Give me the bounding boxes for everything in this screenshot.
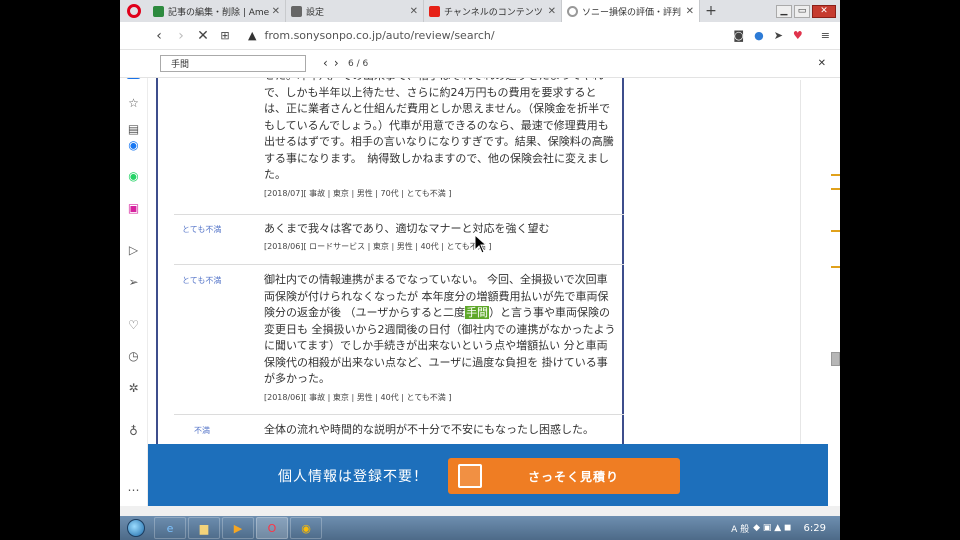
divider	[174, 264, 624, 265]
clock[interactable]: 6:29	[804, 523, 826, 534]
back-icon[interactable]: ‹	[148, 28, 170, 44]
ameba-favicon-icon	[153, 5, 164, 17]
review-list: せた。昨年八戸での出来事で、相手はそれぞれの巡りをたまってやれで、しかも半年以上…	[156, 78, 624, 448]
tab-settings[interactable]: 設定 ✕	[286, 0, 424, 22]
star-icon[interactable]: ☆	[126, 95, 141, 110]
sidebar: ⌂ ☆ ▤ ◉ ◉ ▣ ▷ ➢ ♡ ◷ ✲ ♁ ⋯	[120, 50, 148, 516]
find-match-marker	[831, 188, 840, 190]
calculator-icon	[458, 464, 482, 488]
messenger-icon[interactable]: ◉	[126, 137, 141, 152]
shield-icon[interactable]: ●	[754, 29, 764, 42]
ie-icon[interactable]: e	[154, 517, 186, 539]
tab-ameba[interactable]: 記事の編集・削除 | Ameb ✕	[148, 0, 286, 22]
estimate-button[interactable]: さっそく見積り	[448, 458, 680, 494]
player-icon[interactable]: ▷	[126, 242, 141, 257]
heart-icon[interactable]: ♡	[126, 317, 141, 332]
lightbulb-icon[interactable]: ♁	[126, 423, 141, 438]
find-count: 6 / 6	[348, 58, 369, 69]
review-body: 御社内での情報連携がまるでなっていない。 今回、全損扱いで次回車両保険が付けられ…	[264, 272, 616, 388]
tab-title: 記事の編集・削除 | Ameb	[168, 7, 269, 18]
opera-menu-icon[interactable]	[120, 0, 148, 22]
menu-icon[interactable]: ≡	[821, 29, 830, 42]
mouse-cursor-icon	[474, 234, 488, 254]
tab-title: 設定	[306, 7, 325, 18]
scrollbar-thumb[interactable]	[831, 352, 840, 366]
address-bar: ‹ › ✕ ⊞ ▲ from.sonysonpo.co.jp/auto/revie…	[120, 22, 840, 50]
tab-youtube[interactable]: チャンネルのコンテンツ ✕	[424, 0, 562, 22]
browser-window: 記事の編集・削除 | Ameb ✕ 設定 ✕ チャンネルのコンテンツ ✕ ソニー…	[120, 0, 840, 540]
review-body: あくまで我々は客であり、適切なマナーと対応を強く望む	[264, 222, 550, 235]
warning-icon: ▲	[248, 29, 257, 42]
instagram-icon[interactable]: ▣	[126, 200, 141, 215]
find-match-marker	[831, 266, 840, 268]
review-body: 全体の流れや時間的な説明が不十分で不安にもなったし困惑した。	[264, 423, 594, 436]
find-next-icon[interactable]: ›	[334, 56, 345, 70]
heart-icon[interactable]: ♥	[793, 29, 803, 42]
url-field[interactable]: ▲ from.sonysonpo.co.jp/auto/review/search…	[248, 29, 495, 42]
stop-icon[interactable]: ✕	[192, 28, 214, 44]
close-window-button[interactable]: ✕	[812, 4, 836, 18]
start-button[interactable]	[120, 516, 152, 540]
tab-close-icon[interactable]: ✕	[410, 6, 418, 17]
system-tray: A 般 ◆ ▣ ▲ ◼ 6:29	[731, 522, 840, 535]
find-input[interactable]	[160, 55, 306, 72]
chrome-icon[interactable]: ◉	[290, 517, 322, 539]
find-nav: ‹›	[323, 56, 345, 70]
send-icon[interactable]: ➤	[774, 29, 783, 42]
camera-icon[interactable]: ◙	[733, 29, 744, 42]
review-body: せた。昨年八戸での出来事で、相手はそれぞれの巡りをたまってやれで、しかも半年以上…	[264, 78, 614, 181]
loading-spinner-icon	[567, 5, 578, 17]
find-bar: ‹› 6 / 6 ✕	[120, 50, 840, 78]
folder-icon[interactable]: ▆	[188, 517, 220, 539]
tab-title: チャンネルのコンテンツ	[444, 7, 543, 18]
gear-icon	[291, 5, 302, 17]
review-meta: [2018/06][ ロードサービス | 東京 | 男性 | 40代 | とても…	[264, 242, 492, 251]
ime-indicator[interactable]: A 般	[731, 522, 749, 535]
tray-icons[interactable]: ◆ ▣ ▲ ◼	[753, 523, 791, 533]
address-bar-actions: ◙ ● ➤ ♥ ≡	[733, 29, 840, 42]
url-text: from.sonysonpo.co.jp/auto/review/search/	[264, 29, 495, 42]
tab-sonysonpo[interactable]: ソニー損保の評価・評判 ✕	[562, 0, 700, 22]
banner-text: 個人情報は登録不要！	[278, 469, 428, 485]
gear-icon[interactable]: ✲	[126, 380, 141, 395]
find-previous-icon[interactable]: ‹	[323, 56, 334, 70]
review-rating: とても不満	[182, 276, 222, 285]
divider	[174, 214, 624, 215]
status-strip	[120, 506, 840, 516]
find-close-icon[interactable]: ✕	[818, 58, 826, 69]
tab-close-icon[interactable]: ✕	[548, 6, 556, 17]
new-tab-button[interactable]: +	[700, 0, 722, 22]
promo-banner: 個人情報は登録不要！ さっそく見積り	[148, 444, 828, 506]
tab-close-icon[interactable]: ✕	[272, 6, 280, 17]
review-rating: とても不満	[182, 225, 222, 234]
find-match-marker	[831, 174, 840, 176]
tab-close-icon[interactable]: ✕	[686, 6, 694, 17]
forward-icon[interactable]: ›	[170, 28, 192, 44]
window-controls: ▁ ▭ ✕	[776, 0, 840, 22]
whatsapp-icon[interactable]: ◉	[126, 168, 141, 183]
tab-bar: 記事の編集・削除 | Ameb ✕ 設定 ✕ チャンネルのコンテンツ ✕ ソニー…	[120, 0, 840, 22]
review-rating: 不満	[194, 426, 210, 435]
minimize-button[interactable]: ▁	[776, 4, 792, 18]
find-highlight: 手間	[465, 306, 490, 319]
send-icon[interactable]: ➢	[126, 274, 141, 289]
estimate-button-label: さっそく見積り	[528, 469, 620, 484]
maximize-button[interactable]: ▭	[794, 4, 810, 18]
taskbar: e ▆ ▶ O ◉ A 般 ◆ ▣ ▲ ◼ 6:29	[120, 516, 840, 540]
review-meta: [2018/06][ 事故 | 東京 | 男性 | 40代 | とても不満 ]	[264, 393, 452, 402]
youtube-favicon-icon	[429, 5, 440, 17]
media-player-icon[interactable]: ▶	[222, 517, 254, 539]
divider	[174, 414, 624, 415]
clipboard-icon[interactable]: ▤	[126, 121, 141, 136]
history-icon[interactable]: ◷	[126, 348, 141, 363]
tab-title: ソニー損保の評価・評判	[582, 7, 682, 18]
find-match-marker	[831, 230, 840, 232]
opera-icon[interactable]: O	[256, 517, 288, 539]
review-meta: [2018/07][ 事故 | 東京 | 男性 | 70代 | とても不満 ]	[264, 189, 452, 198]
more-icon[interactable]: ⋯	[126, 482, 141, 497]
speed-dial-icon[interactable]: ⊞	[214, 29, 236, 42]
